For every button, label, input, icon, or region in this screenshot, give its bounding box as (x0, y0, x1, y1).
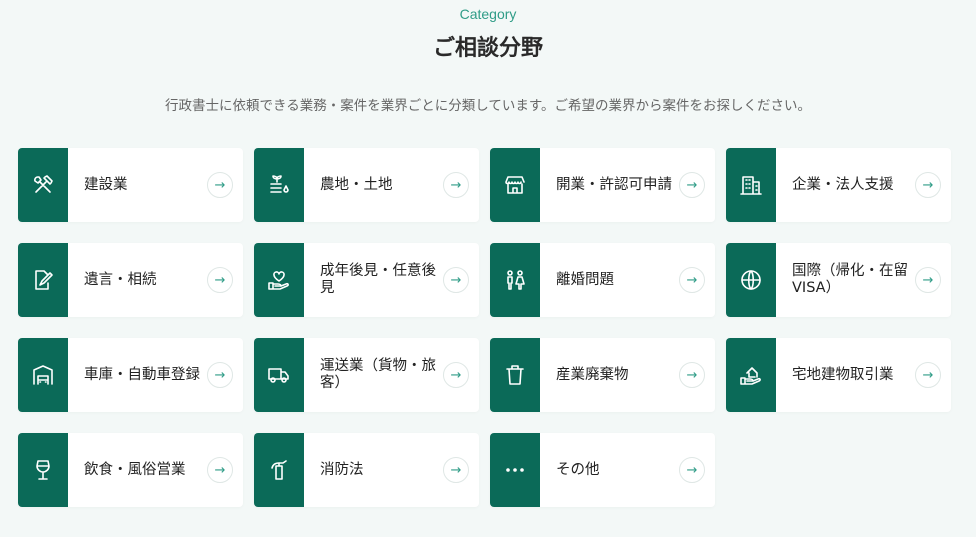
category-label: 企業・法人支援 (792, 176, 894, 193)
arrow-right-icon[interactable]: → (443, 457, 469, 483)
arrow-right-icon[interactable]: → (207, 267, 233, 293)
category-card[interactable]: 企業・法人支援 → (726, 148, 951, 222)
category-label: 国際（帰化・在留VISA） (792, 263, 908, 296)
globe-icon (726, 243, 776, 317)
category-grid: 建設業 → 農地・土地 → 開業・許認可申請 → 企業・法人支援 → 遺言・相続… (18, 148, 951, 507)
category-card[interactable]: 産業廃棄物 → (490, 338, 715, 412)
couple-icon (490, 243, 540, 317)
category-card[interactable]: 遺言・相続 → (18, 243, 243, 317)
arrow-right-icon[interactable]: → (207, 457, 233, 483)
arrow-right-icon[interactable]: → (915, 172, 941, 198)
truck-icon (254, 338, 304, 412)
category-card[interactable]: 車庫・自動車登録 → (18, 338, 243, 412)
farmland-icon (254, 148, 304, 222)
tools-icon (18, 148, 68, 222)
hand-heart-icon (254, 243, 304, 317)
more-icon (490, 433, 540, 507)
category-card[interactable]: 飲食・風俗営業 → (18, 433, 243, 507)
category-label: 消防法 (320, 461, 364, 478)
category-label: 成年後見・任意後見 (320, 263, 436, 296)
arrow-right-icon[interactable]: → (679, 362, 705, 388)
building-icon (726, 148, 776, 222)
category-label: 農地・土地 (320, 176, 393, 193)
arrow-right-icon[interactable]: → (679, 267, 705, 293)
arrow-right-icon[interactable]: → (915, 267, 941, 293)
category-card[interactable]: 開業・許認可申請 → (490, 148, 715, 222)
category-card[interactable]: その他 → (490, 433, 715, 507)
category-label: 車庫・自動車登録 (84, 366, 200, 383)
garage-icon (18, 338, 68, 412)
arrow-right-icon[interactable]: → (207, 362, 233, 388)
house-hand-icon (726, 338, 776, 412)
category-label: 運送業（貨物・旅客） (320, 358, 436, 391)
category-card[interactable]: 運送業（貨物・旅客） → (254, 338, 479, 412)
fire-extinguisher-icon (254, 433, 304, 507)
category-label: 建設業 (84, 176, 128, 193)
category-label: 飲食・風俗営業 (84, 461, 186, 478)
arrow-right-icon[interactable]: → (915, 362, 941, 388)
section-eyebrow: Category (459, 6, 517, 22)
arrow-right-icon[interactable]: → (443, 362, 469, 388)
category-card[interactable]: 宅地建物取引業 → (726, 338, 951, 412)
category-label: その他 (556, 461, 600, 478)
wine-glass-icon (18, 433, 68, 507)
category-card[interactable]: 建設業 → (18, 148, 243, 222)
arrow-right-icon[interactable]: → (207, 172, 233, 198)
category-label: 開業・許認可申請 (556, 176, 672, 193)
category-label: 離婚問題 (556, 271, 614, 288)
arrow-right-icon[interactable]: → (679, 172, 705, 198)
section-lead: 行政書士に依頼できる業務・案件を業界ごとに分類しています。ご希望の業界から案件を… (165, 98, 811, 114)
category-card[interactable]: 離婚問題 → (490, 243, 715, 317)
category-label: 遺言・相続 (84, 271, 157, 288)
arrow-right-icon[interactable]: → (443, 267, 469, 293)
arrow-right-icon[interactable]: → (443, 172, 469, 198)
trash-icon (490, 338, 540, 412)
category-label: 産業廃棄物 (556, 366, 629, 383)
store-icon (490, 148, 540, 222)
document-edit-icon (18, 243, 68, 317)
category-card[interactable]: 農地・土地 → (254, 148, 479, 222)
category-card[interactable]: 消防法 → (254, 433, 479, 507)
category-label: 宅地建物取引業 (792, 366, 894, 383)
arrow-right-icon[interactable]: → (679, 457, 705, 483)
category-card[interactable]: 成年後見・任意後見 → (254, 243, 479, 317)
category-card[interactable]: 国際（帰化・在留VISA） → (726, 243, 951, 317)
page-title: ご相談分野 (432, 36, 543, 61)
